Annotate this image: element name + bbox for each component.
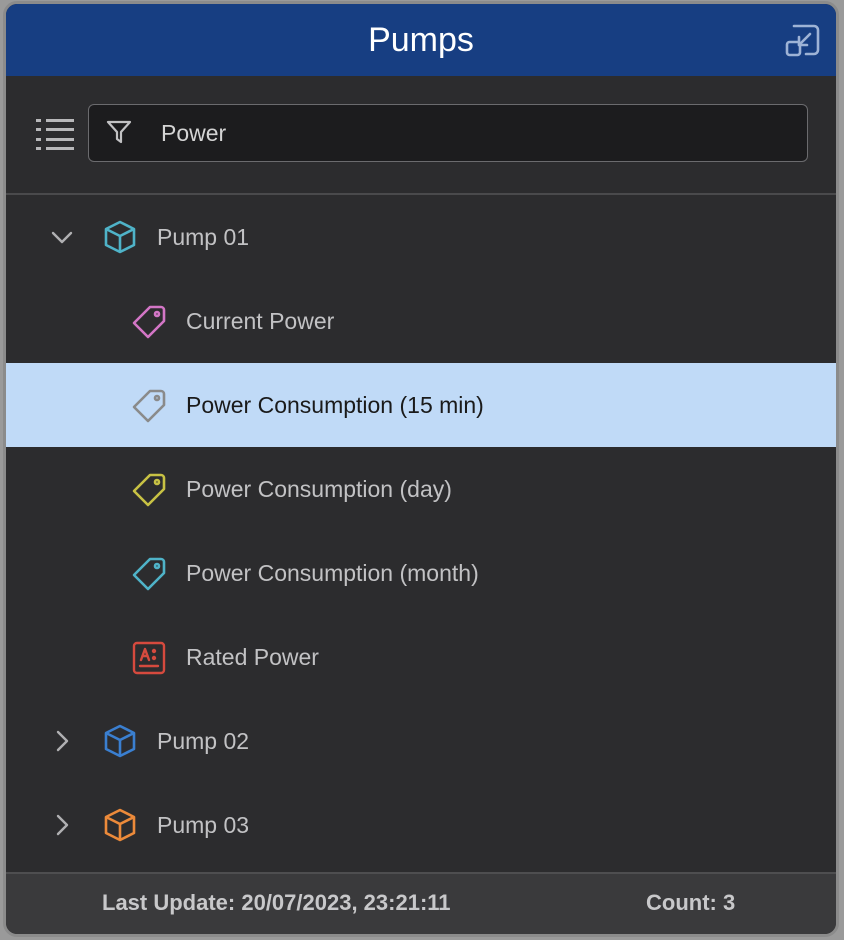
- tree-item-current-power[interactable]: Current Power: [6, 279, 836, 363]
- tree-node-label: Pump 02: [157, 728, 250, 754]
- tree-node-label: Pump 03: [157, 812, 250, 838]
- chevron-right-icon[interactable]: [48, 811, 76, 839]
- chevron-right-icon[interactable]: [48, 727, 76, 755]
- panel-title: Pumps: [368, 21, 474, 59]
- tree-node-pump-02[interactable]: Pump 02: [6, 699, 836, 783]
- tree-node-pump-01[interactable]: Pump 01: [6, 195, 836, 279]
- tree-item-label: Rated Power: [186, 644, 319, 670]
- tree-item-rated-power[interactable]: Rated Power: [6, 615, 836, 699]
- tag-icon: [130, 555, 168, 593]
- tree-item-label: Power Consumption (month): [186, 560, 479, 586]
- cube-icon: [102, 219, 138, 255]
- tree-item-label: Power Consumption (day): [186, 476, 452, 502]
- title-bar: Pumps: [6, 4, 836, 76]
- tree-item-power-consumption-day[interactable]: Power Consumption (day): [6, 447, 836, 531]
- cube-icon: [102, 807, 138, 843]
- tag-icon: [130, 387, 168, 425]
- filter-input[interactable]: [159, 105, 783, 162]
- tree-node-label: Pump 01: [157, 224, 250, 250]
- filter-icon: [105, 118, 133, 146]
- toolbar: [6, 76, 836, 195]
- filter-field[interactable]: [88, 104, 808, 162]
- tree-node-pump-03[interactable]: Pump 03: [6, 783, 836, 867]
- tree-item-label: Current Power: [186, 308, 335, 334]
- status-bar: Last Update: 20/07/2023, 23:21:11 Count:…: [6, 872, 836, 934]
- tree-item-power-consumption-15-min[interactable]: Power Consumption (15 min): [6, 363, 836, 447]
- text-field-icon: [130, 639, 168, 677]
- list-view-icon[interactable]: [36, 116, 76, 154]
- restore-window-icon[interactable]: [784, 22, 822, 60]
- chevron-down-icon[interactable]: [48, 223, 76, 251]
- last-update-text: Last Update: 20/07/2023, 23:21:11: [102, 890, 451, 915]
- tree-item-power-consumption-month[interactable]: Power Consumption (month): [6, 531, 836, 615]
- count-text: Count: 3: [646, 890, 736, 915]
- tag-icon: [130, 471, 168, 509]
- tree-item-label: Power Consumption (15 min): [186, 392, 484, 418]
- pumps-panel: Pumps Power Pump 01 Current Power Power …: [3, 1, 839, 937]
- tag-icon: [130, 303, 168, 341]
- cube-icon: [102, 723, 138, 759]
